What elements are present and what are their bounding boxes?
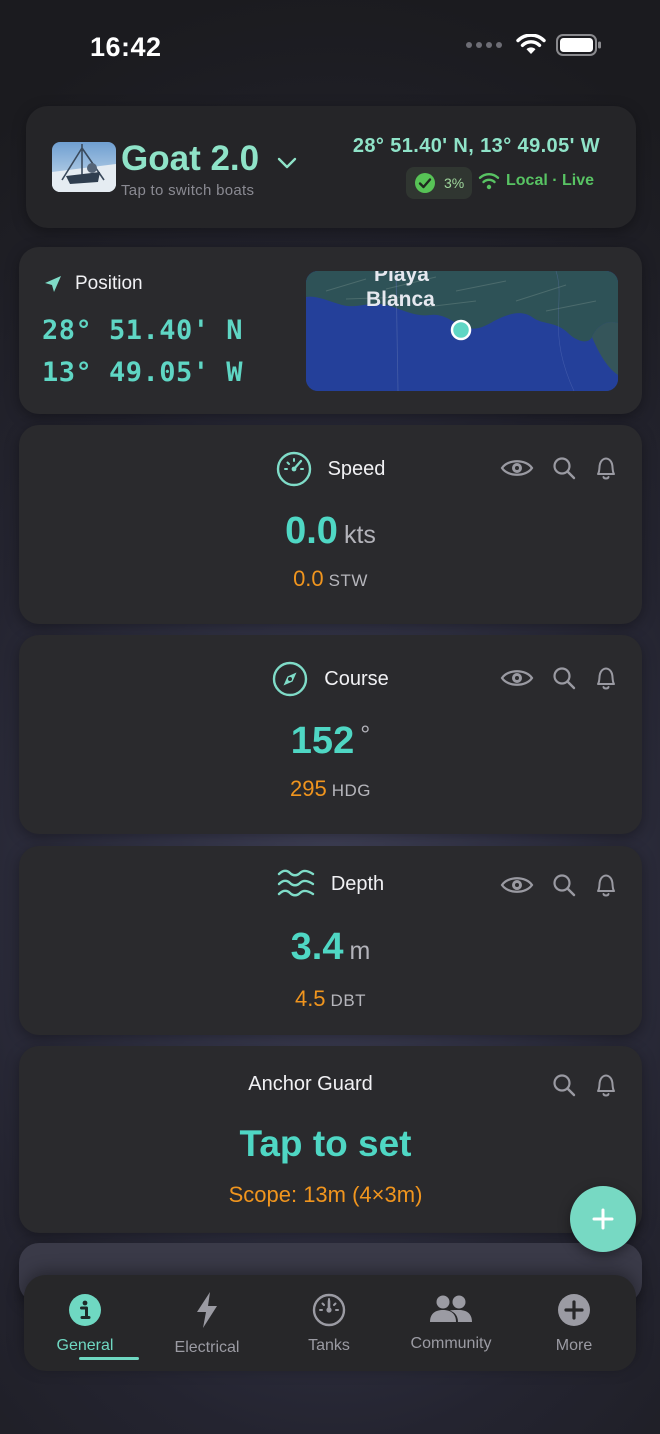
hdg-unit: HDG [331, 781, 371, 800]
anchor-actions [552, 1072, 618, 1098]
status-bar: 16:42 [0, 0, 660, 96]
course-actions [500, 665, 618, 691]
hdg-value: 295 [290, 776, 327, 801]
dbt-value: 4.5 [294, 986, 326, 1011]
plus-icon [592, 1208, 614, 1230]
course-card[interactable]: Course 152 ° 295 HDG [19, 635, 642, 834]
map-label-line1: Playa [374, 271, 429, 286]
course-main-value: 152 ° [19, 720, 642, 763]
connection-status: Local · Live [478, 172, 594, 190]
depth-unit: m [349, 937, 371, 965]
bell-icon[interactable] [594, 872, 618, 898]
tab-bar: General Electrical Tanks Community More [24, 1275, 636, 1371]
tab-tanks-label: Tanks [308, 1337, 350, 1354]
check-circle-icon [415, 173, 435, 193]
course-secondary: 295 HDG [19, 776, 642, 802]
search-icon[interactable] [552, 666, 576, 690]
plus-circle-icon [558, 1294, 590, 1326]
depth-secondary: 4.5 DBT [19, 986, 642, 1012]
boat-name: Goat 2.0 [121, 139, 260, 178]
course-label: Course [324, 667, 389, 690]
position-card[interactable]: Position 28° 51.40' N 13° 49.05' W Playa… [19, 247, 642, 414]
add-widget-button[interactable] [570, 1186, 636, 1252]
speed-card[interactable]: Speed 0.0 kts 0.0 STW [19, 425, 642, 624]
bell-icon[interactable] [594, 455, 618, 481]
search-icon[interactable] [552, 1073, 576, 1097]
depth-value: 3.4 [290, 926, 344, 968]
bolt-icon [197, 1292, 217, 1328]
bell-icon[interactable] [594, 665, 618, 691]
speed-value: 0.0 [285, 510, 338, 552]
depth-actions [500, 872, 618, 898]
anchor-tap-to-set[interactable]: Tap to set [19, 1123, 642, 1165]
active-tab-indicator [79, 1357, 139, 1360]
depth-card[interactable]: Depth 3.4 m 4.5 DBT [19, 846, 642, 1035]
boat-switch-hint: Tap to switch boats [121, 182, 255, 199]
connection-label: Local · Live [506, 172, 595, 189]
speedometer-icon [276, 451, 311, 487]
speed-actions [500, 455, 618, 481]
speed-main-value: 0.0 kts [19, 510, 642, 553]
status-icons [466, 34, 602, 56]
depth-label: Depth [330, 872, 385, 895]
stw-unit: STW [328, 571, 368, 590]
boat-switcher-card[interactable]: Goat 2.0 Tap to switch boats 28° 51.40' … [26, 106, 636, 228]
anchor-scope: Scope: 13m (4×3m) [228, 1182, 423, 1207]
speed-secondary: 0.0 STW [19, 566, 642, 592]
compass-icon [273, 661, 308, 697]
app-screen: 16:42 Goat 2.0 Tap to switch boats 28° 5… [0, 0, 660, 1434]
cellular-signal-icon [466, 42, 502, 48]
info-icon [69, 1294, 101, 1326]
tab-community[interactable]: Community [391, 1291, 511, 1353]
wifi-icon [478, 173, 500, 190]
battery-status-badge: 3% [406, 167, 472, 199]
battery-icon [556, 34, 601, 56]
position-header: Position [43, 273, 143, 295]
position-latitude: 28° 51.40' N [42, 315, 244, 346]
tab-community-label: Community [410, 1335, 492, 1352]
eye-icon[interactable] [500, 667, 534, 689]
bell-icon[interactable] [594, 1072, 618, 1098]
tab-tanks[interactable]: Tanks [269, 1291, 389, 1355]
search-icon[interactable] [552, 873, 576, 897]
eye-icon[interactable] [500, 874, 534, 896]
chevron-down-icon[interactable] [276, 156, 298, 170]
tab-electrical[interactable]: Electrical [147, 1291, 267, 1357]
depth-main-value: 3.4 m [19, 926, 642, 969]
wifi-icon [516, 34, 546, 54]
speed-label: Speed [327, 457, 386, 480]
anchor-guard-card[interactable]: Anchor Guard Tap to set Scope: 13m (4×3m… [19, 1046, 642, 1233]
position-longitude: 13° 49.05' W [42, 357, 244, 388]
stw-value: 0.0 [293, 566, 324, 591]
tab-more-label: More [555, 1337, 593, 1354]
tab-more[interactable]: More [514, 1291, 634, 1355]
anchor-guard-label: Anchor Guard [248, 1073, 373, 1095]
position-map[interactable]: Playa Blanca [306, 271, 618, 391]
location-arrow-icon [45, 276, 61, 292]
eye-icon[interactable] [500, 457, 534, 479]
search-icon[interactable] [552, 456, 576, 480]
tab-electrical-label: Electrical [174, 1339, 240, 1356]
people-icon [430, 1295, 472, 1322]
status-time: 16:42 [90, 32, 162, 62]
course-unit: ° [360, 721, 371, 749]
boat-photo [52, 142, 116, 192]
battery-percent: 3% [444, 175, 465, 191]
tab-general[interactable]: General [25, 1291, 145, 1355]
course-value: 152 [290, 720, 355, 762]
position-label: Position [75, 273, 143, 294]
waves-icon [277, 869, 315, 897]
dbt-unit: DBT [330, 991, 367, 1010]
gauge-icon [312, 1293, 346, 1327]
boat-position-marker [450, 319, 472, 341]
boat-coordinates: 28° 51.40' N, 13° 49.05' W [352, 135, 600, 157]
map-label-line2: Blanca [366, 288, 435, 311]
speed-unit: kts [343, 521, 376, 549]
tab-general-label: General [56, 1337, 114, 1354]
